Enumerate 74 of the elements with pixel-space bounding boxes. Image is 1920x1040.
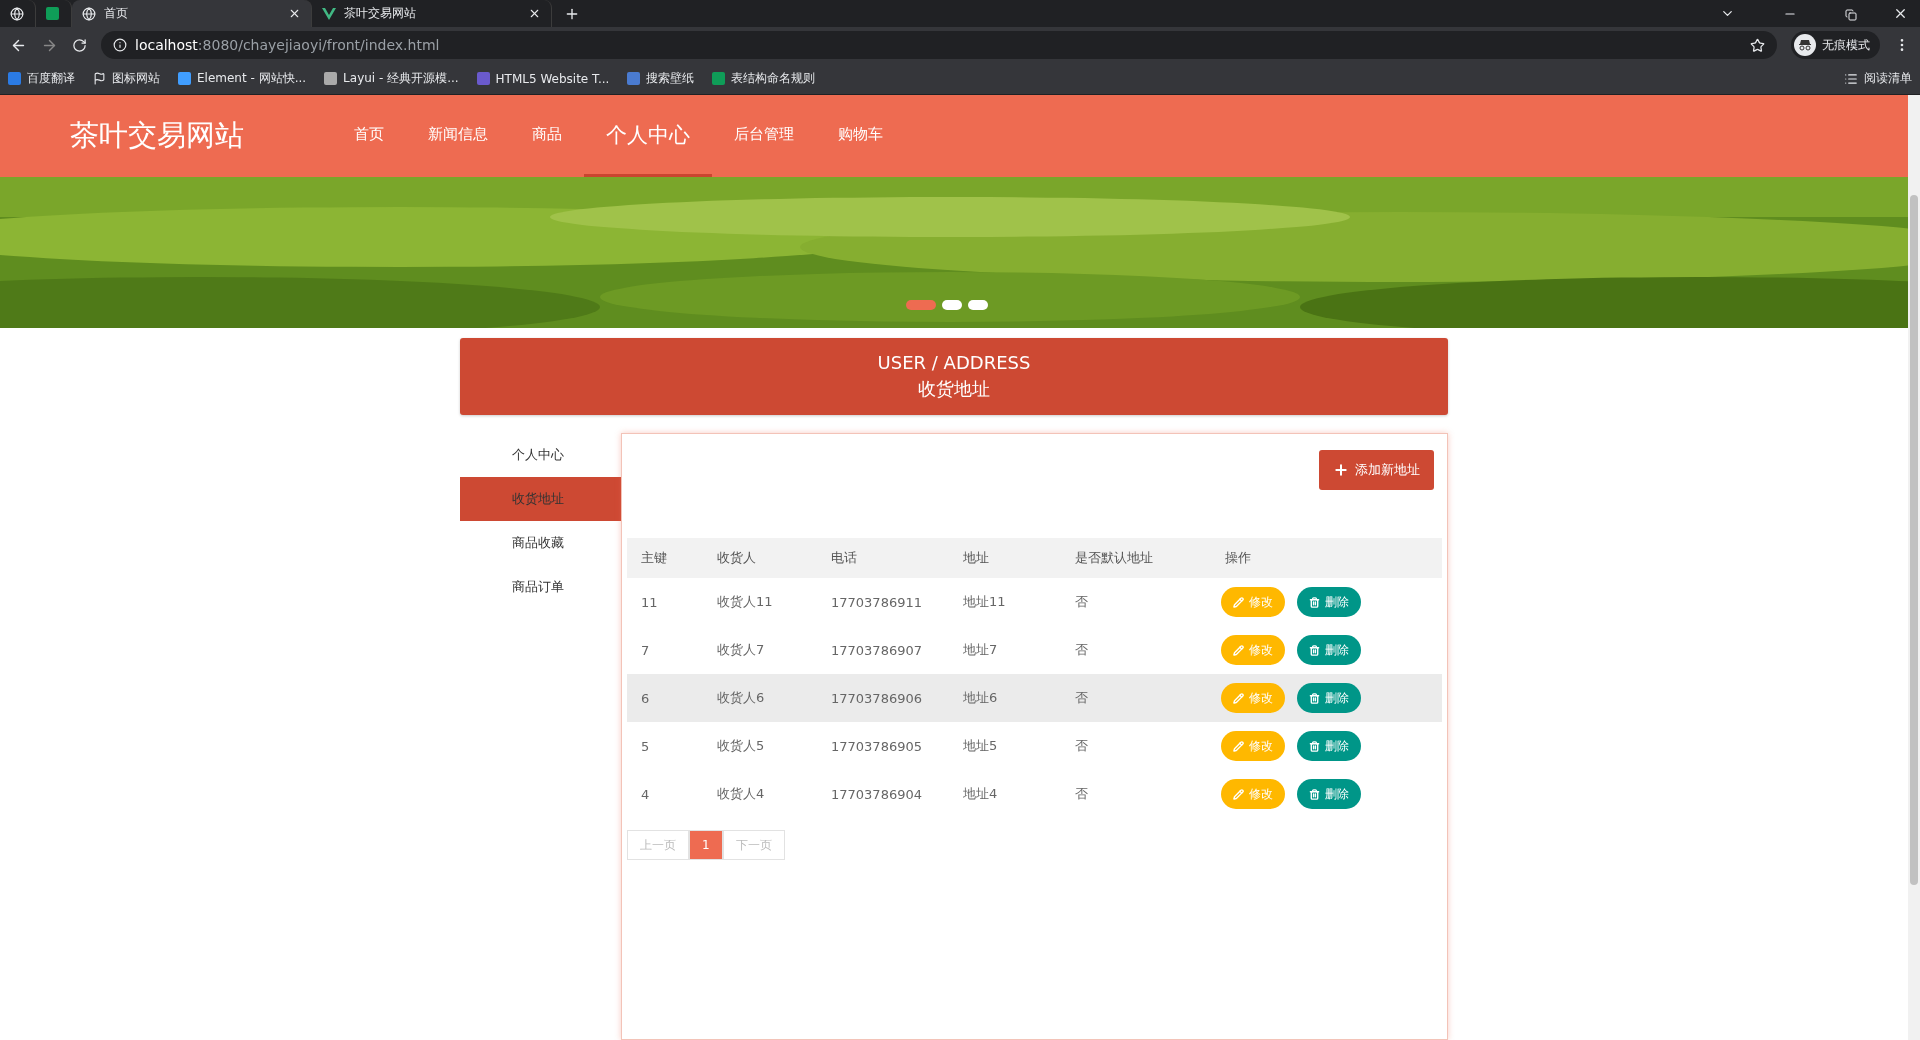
pencil-icon xyxy=(1233,596,1244,608)
pencil-icon xyxy=(1233,692,1244,704)
section-title-english: USER / ADDRESS xyxy=(877,352,1031,373)
new-tab-icon[interactable] xyxy=(564,6,580,22)
bookmark[interactable]: 图标网站 xyxy=(93,70,160,87)
reading-list[interactable]: 阅读清单 xyxy=(1844,70,1912,87)
section-title: 收货地址 xyxy=(918,377,990,401)
pencil-icon xyxy=(1233,788,1244,800)
column-header: 地址 xyxy=(949,538,1061,578)
table-cell: 否 xyxy=(1061,674,1211,722)
close-icon[interactable] xyxy=(288,7,301,20)
delete-button[interactable]: 删除 xyxy=(1297,731,1361,761)
trash-icon xyxy=(1309,740,1320,752)
bookmark-icon xyxy=(712,72,726,85)
pencil-icon xyxy=(1233,644,1244,656)
trash-icon xyxy=(1309,788,1320,800)
column-header: 收货人 xyxy=(703,538,817,578)
plus-icon xyxy=(1333,462,1349,478)
nav-link[interactable]: 首页 xyxy=(332,95,406,177)
nav-link[interactable]: 后台管理 xyxy=(712,95,816,177)
bookmark[interactable]: Layui - 经典开源模... xyxy=(324,70,459,87)
incognito-icon xyxy=(1797,39,1813,51)
bookmark-icon xyxy=(324,72,338,85)
table-cell: 6 xyxy=(627,674,703,722)
sidebar-item[interactable]: 商品订单 xyxy=(460,565,621,609)
trash-icon xyxy=(1309,644,1320,656)
bookmark[interactable]: 搜索壁纸 xyxy=(627,70,695,87)
bookmark-icon xyxy=(8,72,21,85)
column-header: 操作 xyxy=(1211,538,1442,578)
globe-icon xyxy=(82,6,96,21)
bookmark[interactable]: 表结构命名规则 xyxy=(712,70,816,87)
nav-link[interactable]: 新闻信息 xyxy=(406,95,510,177)
table-cell: 地址6 xyxy=(949,674,1061,722)
browser-tab[interactable]: 首页 xyxy=(72,0,312,27)
bookmark-icon xyxy=(476,72,490,85)
sidebar-item[interactable]: 商品收藏 xyxy=(460,521,621,565)
sidebar-item[interactable]: 个人中心 xyxy=(460,433,621,477)
bookmark[interactable]: 百度翻译 xyxy=(8,70,75,87)
globe-icon xyxy=(10,6,24,21)
column-header: 主键 xyxy=(627,538,703,578)
sidebar-item[interactable]: 收货地址 xyxy=(460,477,621,521)
nav-link[interactable]: 商品 xyxy=(510,95,584,177)
page-number[interactable]: 1 xyxy=(689,830,723,860)
incognito-badge[interactable]: 无痕模式 xyxy=(1791,31,1880,59)
flag-icon xyxy=(93,72,106,85)
pencil-icon xyxy=(1233,740,1244,752)
close-icon[interactable] xyxy=(1893,6,1908,21)
info-icon xyxy=(113,38,127,52)
scrollbar-thumb[interactable] xyxy=(1910,195,1918,885)
delete-button[interactable]: 删除 xyxy=(1297,683,1361,713)
close-icon[interactable] xyxy=(528,7,541,20)
restore-icon[interactable] xyxy=(1845,9,1857,21)
add-address-button[interactable]: 添加新地址 xyxy=(1319,450,1434,490)
reload-icon[interactable] xyxy=(72,37,87,53)
list-icon xyxy=(1844,71,1858,86)
table-cell: 收货人6 xyxy=(703,674,817,722)
sheet-icon xyxy=(46,7,59,20)
v-logo-icon xyxy=(322,7,336,20)
delete-button[interactable]: 删除 xyxy=(1297,587,1361,617)
bookmark-icon xyxy=(627,72,641,85)
star-icon[interactable] xyxy=(1750,37,1765,53)
bookmark[interactable]: Element - 网站快... xyxy=(178,70,307,87)
trash-icon xyxy=(1309,692,1320,704)
column-header: 是否默认地址 xyxy=(1061,538,1211,578)
trash-icon xyxy=(1309,596,1320,608)
column-header: 电话 xyxy=(817,538,949,578)
delete-button[interactable]: 删除 xyxy=(1297,779,1361,809)
site-logo: 茶叶交易网站 xyxy=(70,117,245,154)
table-cell: 17703786906 xyxy=(817,674,949,722)
bookmark-icon xyxy=(178,72,191,85)
nav-link[interactable]: 购物车 xyxy=(816,95,905,177)
bookmark[interactable]: HTML5 Website T... xyxy=(476,71,610,86)
address-bar[interactable]: localhost:8080/chayejiaoyi/front/index.html xyxy=(101,31,1777,59)
delete-button[interactable]: 删除 xyxy=(1297,635,1361,665)
